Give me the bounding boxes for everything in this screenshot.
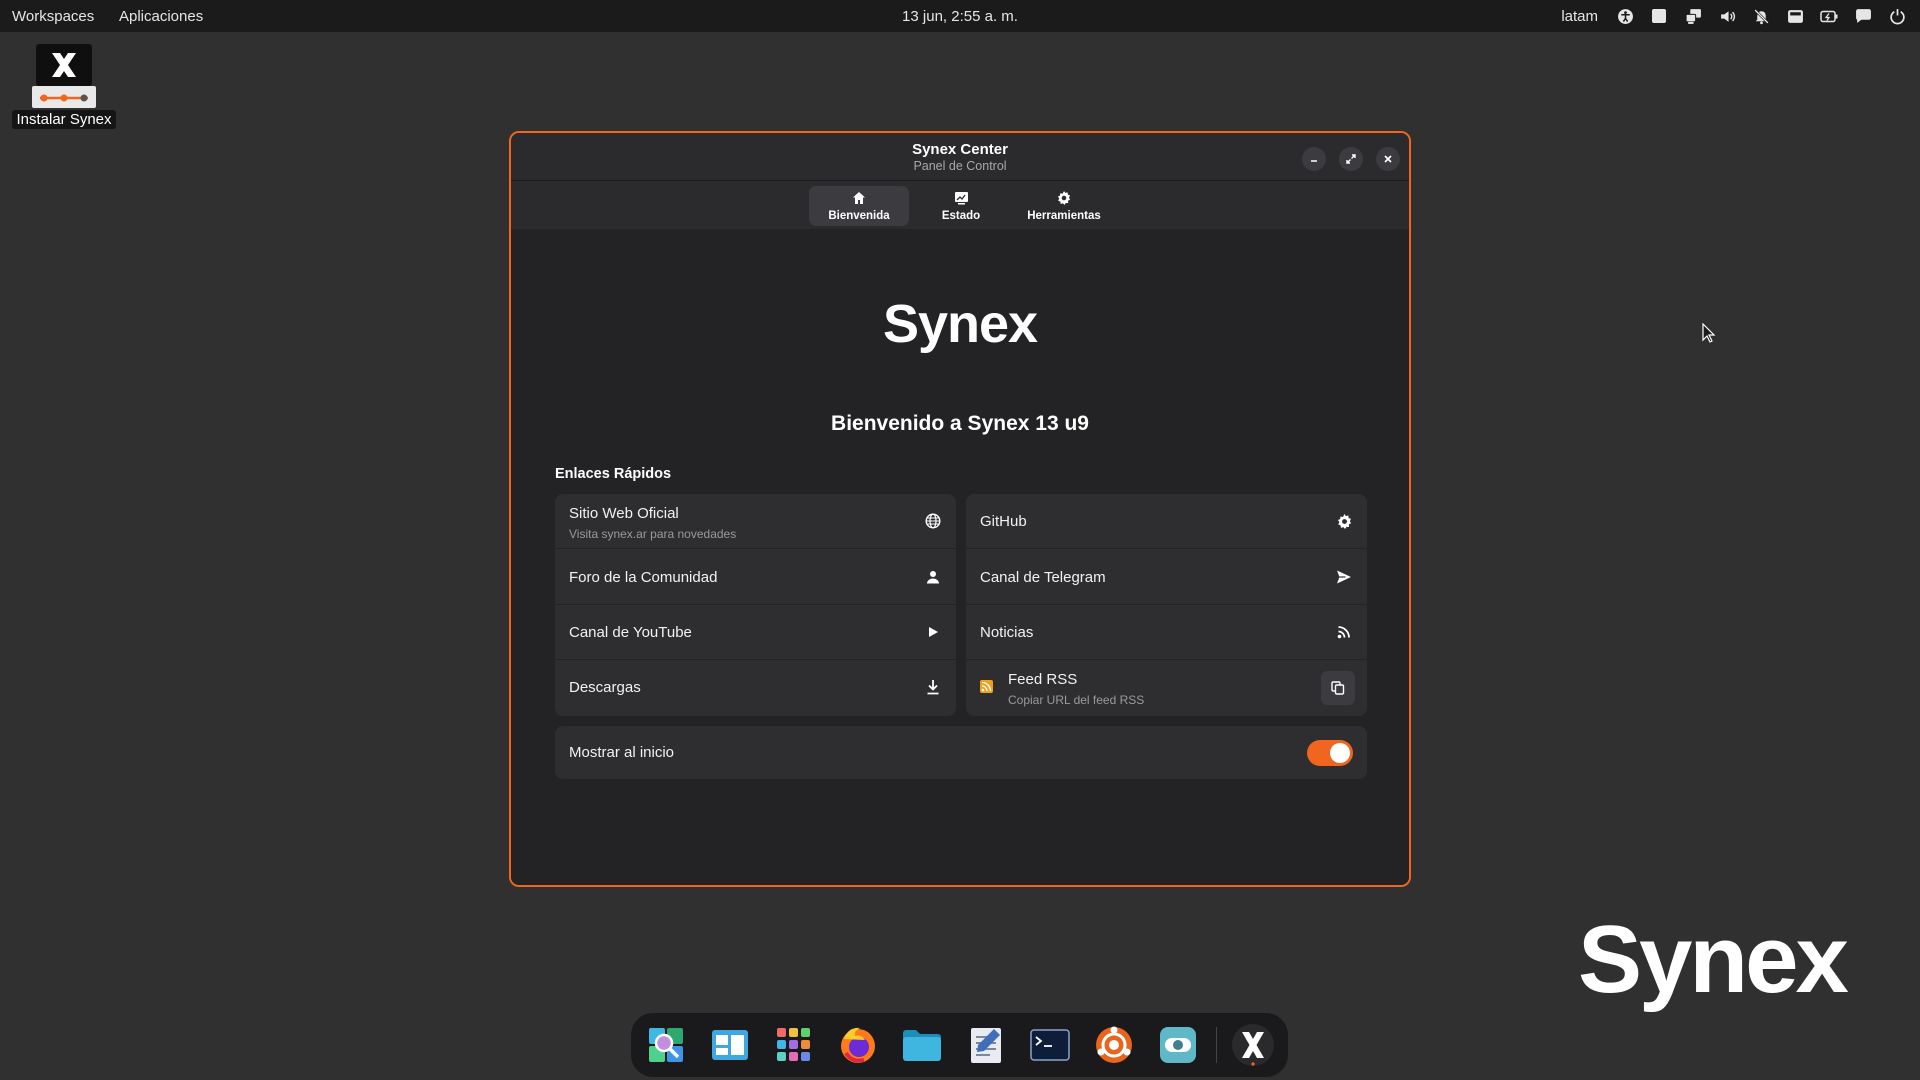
show-at-startup-row: Mostrar al inicio (555, 726, 1367, 779)
tab-herramientas[interactable]: Herramientas (1014, 186, 1114, 226)
gear-icon (1057, 191, 1071, 205)
link-official-website[interactable]: Sitio Web Oficial Visita synex.ar para n… (555, 494, 956, 549)
globe-icon (925, 513, 941, 529)
install-synex-icon (32, 44, 96, 108)
link-title: Foro de la Comunidad (569, 569, 718, 586)
link-github[interactable]: GitHub (966, 494, 1367, 549)
link-title: Noticias (980, 624, 1034, 641)
maximize-button[interactable] (1339, 147, 1363, 171)
top-bar: Workspaces Aplicaciones 13 jun, 2:55 a. … (0, 0, 1920, 32)
minimize-button[interactable] (1302, 147, 1326, 171)
play-icon (929, 627, 938, 637)
synex-logo: Synex (882, 294, 1038, 354)
link-news[interactable]: Noticias (966, 605, 1367, 660)
tab-estado[interactable]: Estado (911, 186, 1011, 226)
link-subtitle: Visita synex.ar para novedades (569, 527, 737, 541)
software-store-icon[interactable] (1092, 1023, 1136, 1067)
power-icon[interactable] (1888, 7, 1906, 25)
quick-links-right: GitHub Canal de Telegram Noticias Feed R… (966, 494, 1367, 716)
close-button[interactable] (1376, 147, 1400, 171)
minimize-icon (1311, 160, 1317, 162)
welcome-heading: Bienvenido a Synex 13 u9 (831, 412, 1089, 435)
keyboard-layout-indicator[interactable]: latam (1561, 8, 1598, 25)
synex-center-window: Synex Center Panel de Control Bienvenida… (509, 131, 1411, 887)
monitor-chart-icon (954, 192, 968, 205)
link-downloads[interactable]: Descargas (555, 660, 956, 715)
tab-label: Estado (941, 210, 981, 222)
copy-icon (1331, 681, 1345, 695)
network-icon[interactable] (1684, 7, 1702, 25)
link-youtube-channel[interactable]: Canal de YouTube (555, 605, 956, 660)
window-title: Synex Center (912, 141, 1008, 158)
close-icon (1384, 155, 1392, 163)
quick-links-heading: Enlaces Rápidos (555, 466, 672, 482)
accessibility-icon[interactable] (1616, 7, 1634, 25)
tab-label: Bienvenida (828, 210, 890, 222)
link-title: Sitio Web Oficial (569, 505, 679, 522)
link-rss-feed[interactable]: Feed RSS Copiar URL del feed RSS (966, 660, 1367, 715)
screenshot-icon[interactable] (1786, 7, 1804, 25)
system-tray: latam (1561, 0, 1906, 32)
window-titlebar[interactable]: Synex Center Panel de Control (511, 133, 1409, 181)
synex-icon[interactable] (1231, 1023, 1275, 1067)
text-editor-icon[interactable] (964, 1023, 1008, 1067)
battery-icon[interactable] (1820, 7, 1838, 25)
workspaces-app-icon[interactable] (708, 1023, 752, 1067)
dock (631, 1013, 1288, 1077)
install-synex-desktop-icon[interactable]: Instalar Synex (12, 42, 116, 134)
send-icon (1337, 570, 1351, 584)
terminal-icon[interactable] (1028, 1023, 1072, 1067)
link-subtitle: Copiar URL del feed RSS (1008, 693, 1145, 707)
chat-icon[interactable] (1854, 7, 1872, 25)
rss-icon (1337, 626, 1350, 639)
link-telegram-channel[interactable]: Canal de Telegram (966, 550, 1367, 605)
download-icon (927, 680, 939, 695)
rss-feed-icon (980, 680, 993, 698)
wallpaper-synex-logo: Synex (1578, 906, 1849, 1013)
welcome-page: Synex Bienvenido a Synex 13 u9 Enlaces R… (511, 229, 1409, 885)
install-synex-label: Instalar Synex (12, 110, 116, 129)
window-icon[interactable] (1650, 7, 1668, 25)
person-icon (927, 571, 939, 584)
volume-icon[interactable] (1718, 7, 1736, 25)
tab-bar: Bienvenida Estado Herramientas (511, 181, 1409, 229)
link-title: Descargas (569, 679, 641, 696)
show-at-startup-toggle[interactable] (1307, 740, 1353, 766)
search-app-icon[interactable] (644, 1023, 688, 1067)
tab-bienvenida[interactable]: Bienvenida (809, 186, 909, 226)
link-community-forum[interactable]: Foro de la Comunidad (555, 550, 956, 605)
app-grid-icon[interactable] (772, 1023, 816, 1067)
tab-label: Herramientas (1027, 210, 1101, 222)
gear-icon (1337, 513, 1351, 529)
link-title: Canal de YouTube (569, 624, 692, 641)
dock-separator (1216, 1027, 1217, 1063)
link-title: Feed RSS (1008, 671, 1078, 688)
quick-links-left: Sitio Web Oficial Visita synex.ar para n… (555, 494, 956, 716)
toggle-knob (1330, 743, 1350, 763)
firefox-icon[interactable] (836, 1023, 880, 1067)
files-icon[interactable] (900, 1023, 944, 1067)
link-title: GitHub (980, 513, 1027, 530)
notifications-off-icon[interactable] (1752, 7, 1770, 25)
settings-toggle-icon[interactable] (1156, 1023, 1200, 1067)
mouse-cursor-icon (1702, 323, 1716, 343)
maximize-icon (1346, 154, 1356, 164)
window-subtitle: Panel de Control (913, 159, 1007, 173)
home-icon (853, 192, 865, 204)
show-at-startup-label: Mostrar al inicio (569, 744, 675, 761)
copy-rss-url-button[interactable] (1321, 671, 1355, 705)
link-title: Canal de Telegram (980, 569, 1106, 586)
